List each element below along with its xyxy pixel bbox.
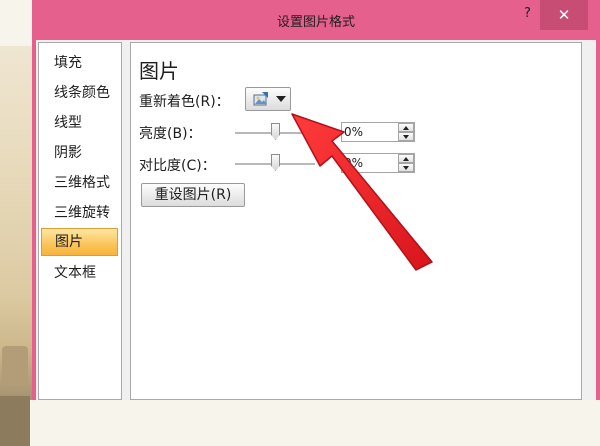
sidebar-item-picture[interactable]: 图片 (41, 228, 118, 256)
brightness-input[interactable] (344, 124, 394, 140)
spin-down-button[interactable] (398, 163, 414, 172)
picture-settings-panel: 图片 重新着色(R)： 亮度(B)： 对比度(C)： (130, 42, 582, 400)
recolor-label: 重新着色(R)： (139, 94, 230, 110)
sidebar-item-line-color[interactable]: 线条颜色 (41, 79, 118, 107)
contrast-input[interactable] (344, 155, 394, 171)
spin-up-button[interactable] (398, 154, 414, 163)
contrast-slider-thumb[interactable] (271, 154, 280, 171)
spin-up-button[interactable] (398, 123, 414, 132)
picture-recolor-icon (253, 92, 268, 106)
reset-picture-button[interactable]: 重设图片(R) (141, 183, 245, 207)
brightness-spinner (341, 122, 415, 142)
sidebar-item-shadow[interactable]: 阴影 (41, 139, 118, 167)
title-bar[interactable]: 设置图片格式 ? ✕ (32, 0, 600, 40)
dialog-client-area: 填充 线条颜色 线型 阴影 三维格式 三维旋转 图片 文本框 图片 重新着色(R… (36, 40, 596, 400)
format-picture-dialog: 设置图片格式 ? ✕ 填充 线条颜色 线型 阴影 三维格式 三维旋转 图片 文本… (32, 0, 600, 400)
brightness-slider-thumb[interactable] (271, 123, 280, 140)
panel-title: 图片 (139, 59, 179, 83)
chevron-down-icon (276, 96, 286, 102)
contrast-label: 对比度(C)： (139, 158, 216, 174)
photo-detail (0, 396, 30, 446)
photo-detail (2, 346, 28, 386)
spin-down-button[interactable] (398, 132, 414, 141)
sidebar-item-3d-rotation[interactable]: 三维旋转 (41, 199, 118, 227)
help-button[interactable]: ? (524, 6, 531, 21)
recolor-dropdown[interactable] (245, 87, 291, 111)
contrast-spinner (341, 153, 415, 173)
background-photo (0, 46, 32, 446)
sidebar-item-text-box[interactable]: 文本框 (41, 259, 118, 287)
dialog-title: 设置图片格式 (276, 15, 355, 30)
brightness-label: 亮度(B)： (139, 126, 202, 142)
category-list: 填充 线条颜色 线型 阴影 三维格式 三维旋转 图片 文本框 (38, 42, 122, 400)
sidebar-item-fill[interactable]: 填充 (41, 49, 118, 77)
sidebar-item-line-style[interactable]: 线型 (41, 109, 118, 137)
close-button[interactable]: ✕ (540, 0, 588, 30)
sidebar-item-3d-format[interactable]: 三维格式 (41, 169, 118, 197)
